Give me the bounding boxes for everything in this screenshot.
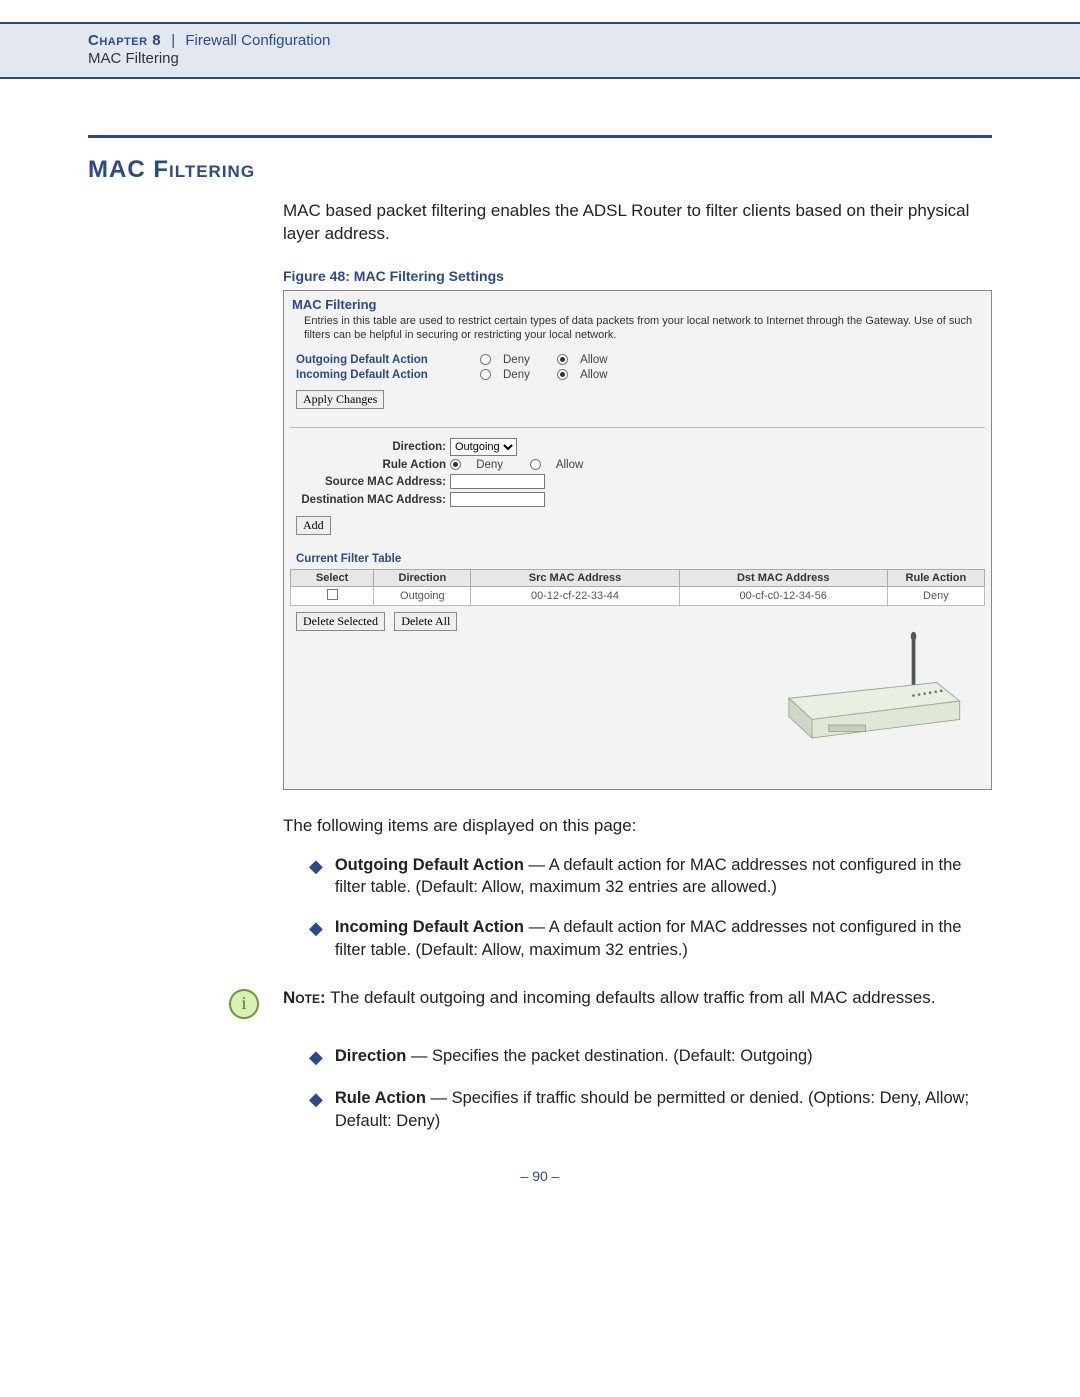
outgoing-default-label: Outgoing Default Action xyxy=(290,354,480,366)
rule-deny-label: Deny xyxy=(476,459,503,471)
add-button[interactable]: Add xyxy=(296,516,331,535)
panel-description: Entries in this table are used to restri… xyxy=(304,314,979,343)
col-dst: Dst MAC Address xyxy=(679,570,887,587)
screenshot-panel: MAC Filtering Entries in this table are … xyxy=(283,290,992,790)
deny-label: Deny xyxy=(503,354,530,366)
src-mac-input[interactable] xyxy=(450,474,545,489)
rule-action-label: Rule Action xyxy=(290,459,450,471)
list-item: ◆ Outgoing Default Action — A default ac… xyxy=(283,854,992,899)
panel-divider xyxy=(290,427,985,428)
diamond-bullet-icon: ◆ xyxy=(309,1045,323,1069)
deny-label-2: Deny xyxy=(503,369,530,381)
chapter-subsection: MAC Filtering xyxy=(88,50,1080,67)
item-term: Incoming Default Action xyxy=(335,918,524,936)
list-item: ◆ Direction — Specifies the packet desti… xyxy=(283,1045,992,1069)
list-item: ◆ Incoming Default Action — A default ac… xyxy=(283,916,992,961)
col-select: Select xyxy=(291,570,374,587)
direction-select[interactable]: Outgoing xyxy=(450,438,517,456)
outgoing-default-row: Outgoing Default Action Deny Allow xyxy=(290,354,985,366)
diamond-bullet-icon: ◆ xyxy=(309,854,323,899)
rule-action-allow-radio[interactable] xyxy=(530,459,541,470)
item-list-2: ◆ Direction — Specifies the packet desti… xyxy=(283,1045,992,1132)
row-action: Deny xyxy=(887,587,984,606)
col-direction: Direction xyxy=(374,570,471,587)
allow-label-2: Allow xyxy=(580,369,607,381)
item-desc: — Specifies if traffic should be permitt… xyxy=(335,1089,969,1129)
table-row: Outgoing 00-12-cf-22-33-44 00-cf-c0-12-3… xyxy=(291,587,985,606)
section-rule xyxy=(88,135,992,138)
item-term: Outgoing Default Action xyxy=(335,856,524,874)
breadcrumb: Chapter 8 | Firewall Configuration MAC F… xyxy=(88,32,1080,67)
note-label: Note: xyxy=(283,988,326,1007)
list-item: ◆ Rule Action — Specifies if traffic sho… xyxy=(283,1087,992,1132)
delete-selected-button[interactable]: Delete Selected xyxy=(296,612,385,631)
figure-caption: Figure 48: MAC Filtering Settings xyxy=(283,268,992,284)
page-number: – 90 – xyxy=(88,1168,992,1184)
row-checkbox[interactable] xyxy=(327,589,338,600)
incoming-default-row: Incoming Default Action Deny Allow xyxy=(290,369,985,381)
router-image xyxy=(767,629,977,749)
rule-action-deny-radio[interactable] xyxy=(450,459,461,470)
lead-text: The following items are displayed on thi… xyxy=(283,816,992,836)
incoming-default-label: Incoming Default Action xyxy=(290,369,480,381)
intro-paragraph: MAC based packet filtering enables the A… xyxy=(283,200,992,246)
diamond-bullet-icon: ◆ xyxy=(309,1087,323,1132)
row-src: 00-12-cf-22-33-44 xyxy=(471,587,679,606)
delete-all-button[interactable]: Delete All xyxy=(394,612,457,631)
item-term: Direction xyxy=(335,1047,407,1065)
rule-allow-label: Allow xyxy=(556,459,583,471)
info-icon: i xyxy=(229,989,259,1019)
item-desc: — Specifies the packet destination. (Def… xyxy=(406,1047,812,1065)
note-block: i Note: The default outgoing and incomin… xyxy=(229,987,992,1019)
breadcrumb-separator: | xyxy=(171,32,175,49)
row-direction: Outgoing xyxy=(374,587,471,606)
dst-mac-label: Destination MAC Address: xyxy=(290,494,450,506)
filter-table-heading: Current Filter Table xyxy=(296,553,985,565)
page-header: Chapter 8 | Firewall Configuration MAC F… xyxy=(0,22,1080,79)
dst-mac-input[interactable] xyxy=(450,492,545,507)
row-dst: 00-cf-c0-12-34-56 xyxy=(679,587,887,606)
diamond-bullet-icon: ◆ xyxy=(309,916,323,961)
direction-label: Direction: xyxy=(290,441,450,453)
chapter-section: Firewall Configuration xyxy=(185,32,330,49)
chapter-label: Chapter 8 xyxy=(88,32,161,49)
incoming-deny-radio[interactable] xyxy=(480,369,491,380)
item-list-1: ◆ Outgoing Default Action — A default ac… xyxy=(283,854,992,961)
col-action: Rule Action xyxy=(887,570,984,587)
apply-changes-button[interactable]: Apply Changes xyxy=(296,390,384,409)
filter-table: Select Direction Src MAC Address Dst MAC… xyxy=(290,569,985,606)
incoming-allow-radio[interactable] xyxy=(557,369,568,380)
panel-title: MAC Filtering xyxy=(292,297,985,312)
item-term: Rule Action xyxy=(335,1089,426,1107)
outgoing-allow-radio[interactable] xyxy=(557,354,568,365)
col-src: Src MAC Address xyxy=(471,570,679,587)
outgoing-deny-radio[interactable] xyxy=(480,354,491,365)
section-title: MAC Filtering xyxy=(88,156,992,184)
note-text: The default outgoing and incoming defaul… xyxy=(326,988,936,1007)
allow-label: Allow xyxy=(580,354,607,366)
page-content: MAC Filtering MAC based packet filtering… xyxy=(88,79,992,1184)
src-mac-label: Source MAC Address: xyxy=(290,476,450,488)
